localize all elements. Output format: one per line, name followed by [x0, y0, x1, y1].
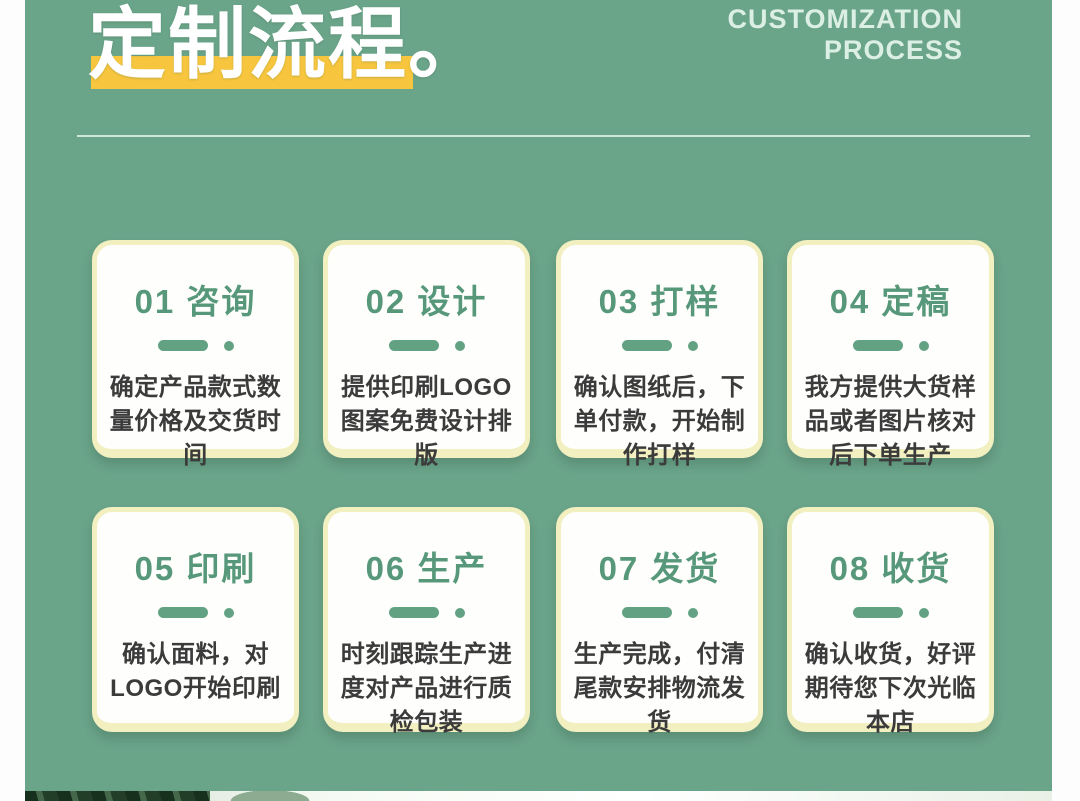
- dash-icon: [389, 340, 439, 351]
- step-title: 08 收货: [792, 542, 989, 590]
- dot-icon: [919, 341, 929, 351]
- step-card-08: 08 收货 确认收货，好评期待您下次光临本店: [787, 507, 994, 732]
- step-title: 07 发货: [561, 542, 758, 590]
- dot-icon: [455, 608, 465, 618]
- step-description: 确定产品款式数量价格及交货时间: [101, 371, 290, 473]
- step-title: 04 定稿: [792, 275, 989, 323]
- step-card-02: 02 设计 提供印刷LOGO图案免费设计排版: [323, 240, 530, 458]
- header-divider-line: [77, 135, 1030, 137]
- step-card-06: 06 生产 时刻跟踪生产进度对产品进行质检包装: [323, 507, 530, 732]
- step-card-07: 07 发货 生产完成，付清尾款安排物流发货: [556, 507, 763, 732]
- step-description: 确认面料，对LOGO开始印刷: [101, 638, 290, 706]
- section-title-english-line1: CUSTOMIZATION: [728, 4, 964, 35]
- step-title: 05 印刷: [97, 542, 294, 590]
- plant-image-edge: [205, 791, 335, 801]
- dash-dot-divider: [561, 607, 758, 618]
- dash-icon: [158, 607, 208, 618]
- dot-icon: [688, 608, 698, 618]
- next-section-strip: [25, 791, 1052, 801]
- dot-icon: [224, 608, 234, 618]
- dot-icon: [688, 341, 698, 351]
- dash-icon: [853, 340, 903, 351]
- dash-icon: [158, 340, 208, 351]
- dash-icon: [622, 607, 672, 618]
- step-card-01: 01 咨询 确定产品款式数量价格及交货时间: [92, 240, 299, 458]
- step-title: 01 咨询: [97, 275, 294, 323]
- dot-icon: [455, 341, 465, 351]
- plant-leaves-image: [25, 791, 210, 801]
- step-title: 03 打样: [561, 275, 758, 323]
- step-description: 时刻跟踪生产进度对产品进行质检包装: [332, 638, 521, 740]
- section-title-english-line2: PROCESS: [728, 35, 964, 66]
- section-title-english: CUSTOMIZATION PROCESS: [728, 4, 964, 66]
- step-description: 我方提供大货样品或者图片核对后下单生产: [796, 371, 985, 473]
- step-title: 02 设计: [328, 275, 525, 323]
- section-title-period: 。: [408, 0, 488, 88]
- step-description: 确认收货，好评期待您下次光临本店: [796, 638, 985, 740]
- dash-dot-divider: [792, 340, 989, 351]
- dash-icon: [853, 607, 903, 618]
- step-card-04: 04 定稿 我方提供大货样品或者图片核对后下单生产: [787, 240, 994, 458]
- customization-process-section: 定制流程。 CUSTOMIZATION PROCESS 01 咨询 确定产品款式…: [0, 0, 1080, 801]
- step-description: 确认图纸后，下单付款，开始制作打样: [565, 371, 754, 473]
- dash-dot-divider: [328, 607, 525, 618]
- dash-dot-divider: [328, 340, 525, 351]
- step-description: 提供印刷LOGO图案免费设计排版: [332, 371, 521, 473]
- step-card-05: 05 印刷 确认面料，对LOGO开始印刷: [92, 507, 299, 732]
- dash-dot-divider: [792, 607, 989, 618]
- dot-icon: [919, 608, 929, 618]
- section-title: 定制流程。: [88, 0, 488, 94]
- dot-icon: [224, 341, 234, 351]
- dash-dot-divider: [561, 340, 758, 351]
- step-card-03: 03 打样 确认图纸后，下单付款，开始制作打样: [556, 240, 763, 458]
- section-title-text: 定制流程: [88, 0, 408, 88]
- dash-dot-divider: [97, 340, 294, 351]
- dash-icon: [389, 607, 439, 618]
- step-description: 生产完成，付清尾款安排物流发货: [565, 638, 754, 740]
- dash-dot-divider: [97, 607, 294, 618]
- step-title: 06 生产: [328, 542, 525, 590]
- dash-icon: [622, 340, 672, 351]
